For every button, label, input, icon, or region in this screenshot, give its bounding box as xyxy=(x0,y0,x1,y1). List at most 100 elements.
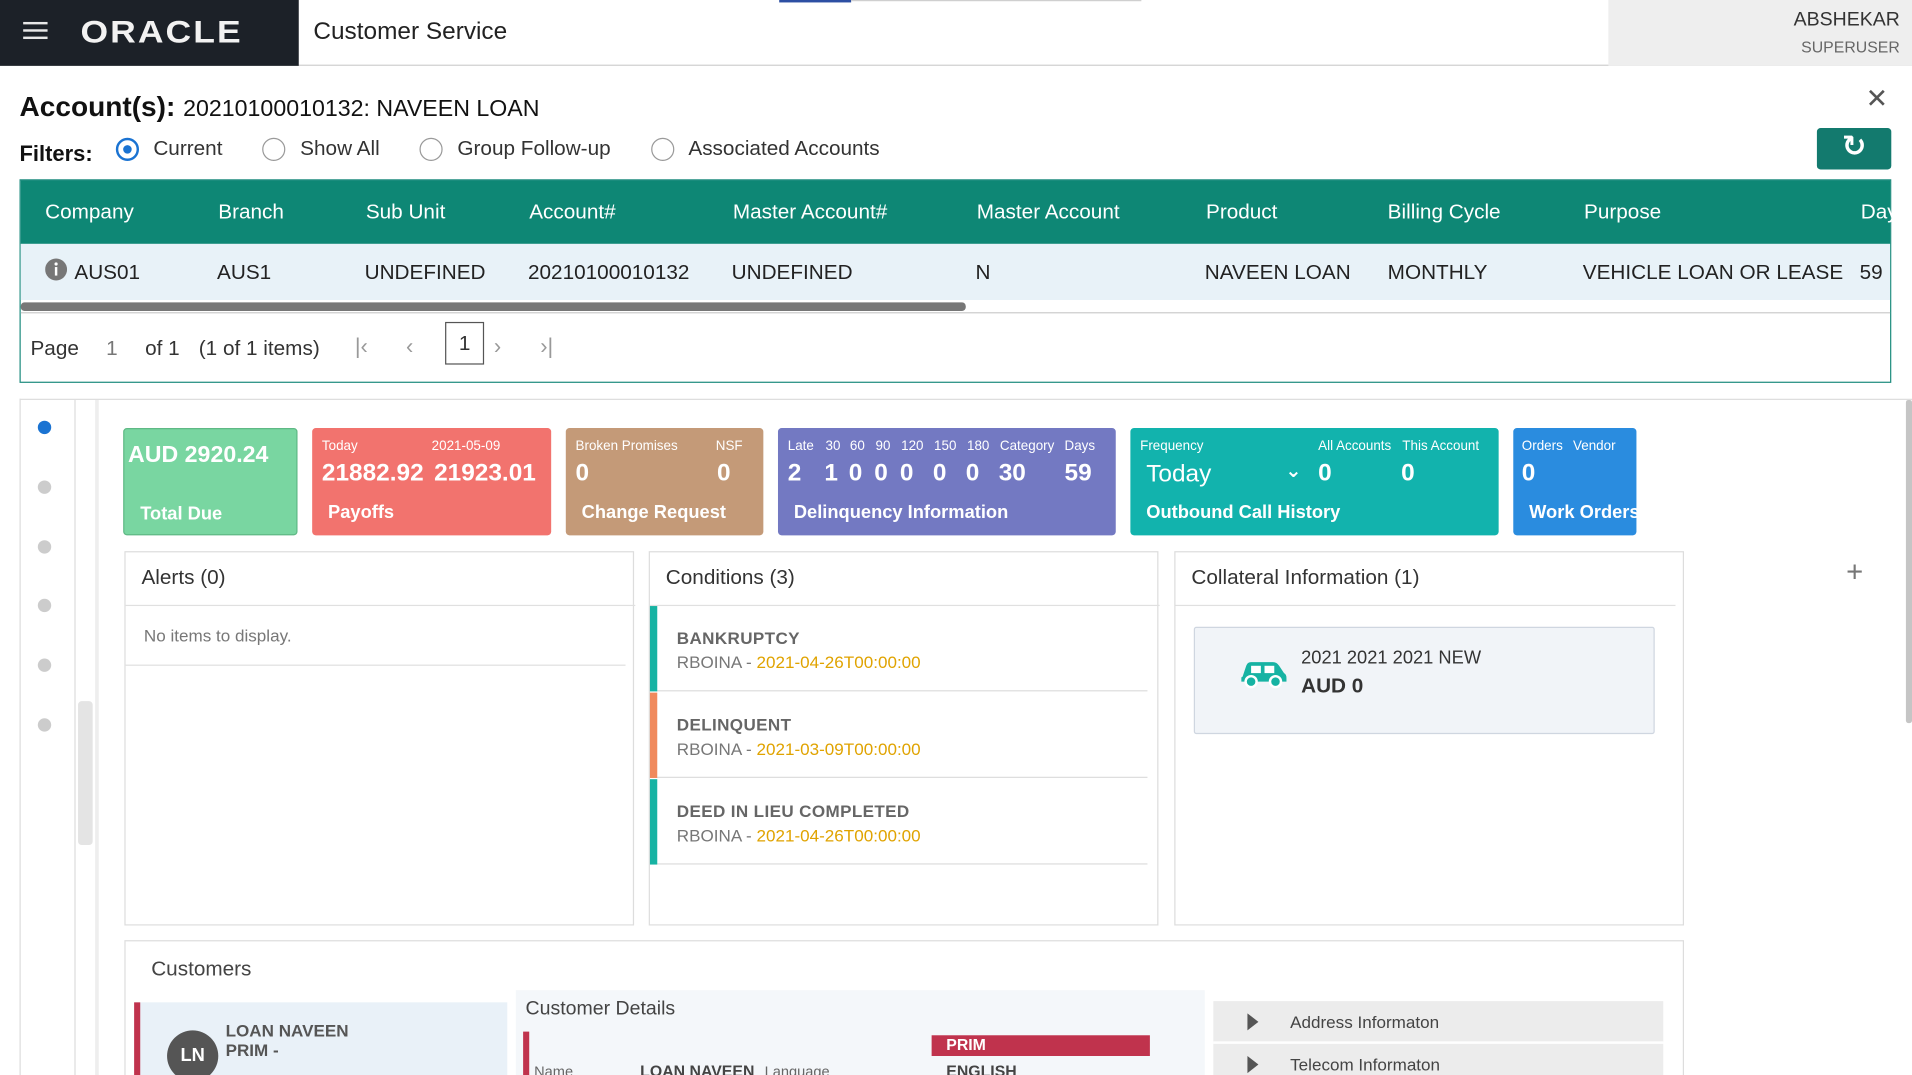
section-dot[interactable] xyxy=(37,540,52,554)
address-information-item[interactable]: Address Informaton xyxy=(1213,1001,1664,1043)
accounts-grid: Company Branch Sub Unit Account# Master … xyxy=(19,179,1898,383)
change-request-tile[interactable]: Broken Promises NSF 0 0 Change Request xyxy=(565,428,764,536)
chevron-down-icon[interactable]: ⌄ xyxy=(1285,458,1301,482)
bucket-90-value: 0 xyxy=(874,459,888,487)
filter-show-all-radio[interactable]: Show All xyxy=(262,136,380,161)
page-label: Page xyxy=(30,336,79,360)
tile-caption: Work Orders xyxy=(1529,502,1640,524)
car-icon xyxy=(1239,655,1288,695)
current-page-button[interactable]: 1 xyxy=(445,321,485,365)
oracle-logo: ORACLE xyxy=(80,13,243,50)
column-header[interactable]: Company xyxy=(45,200,134,224)
product-cell: NAVEEN LOAN xyxy=(1204,260,1351,285)
frequency-select[interactable]: Today xyxy=(1146,461,1211,489)
telecom-information-item[interactable]: Telecom Informaton xyxy=(1213,1043,1664,1075)
customer-name: LOAN NAVEEN xyxy=(225,1020,349,1041)
outbound-call-history-tile[interactable]: Frequency All Accounts This Account Toda… xyxy=(1130,428,1499,536)
name-value: LOAN NAVEEN xyxy=(640,1062,755,1075)
brand-bar: ORACLE xyxy=(0,0,299,66)
column-header[interactable]: Master Account# xyxy=(733,200,887,224)
filter-associated-accounts-radio[interactable]: Associated Accounts xyxy=(650,137,880,161)
vertical-scrollbar[interactable] xyxy=(78,701,93,846)
hamburger-menu-icon[interactable] xyxy=(23,21,48,40)
section-dot[interactable] xyxy=(37,480,52,494)
column-header[interactable]: Master Account xyxy=(977,200,1120,224)
tile-label: 150 xyxy=(934,438,957,454)
refresh-icon: ↻ xyxy=(1841,130,1867,164)
bucket-120-value: 0 xyxy=(899,459,914,487)
section-dot[interactable] xyxy=(37,718,52,732)
divider xyxy=(20,312,1891,314)
expand-icon xyxy=(1247,1013,1259,1031)
column-header[interactable]: Day xyxy=(1861,200,1898,224)
info-icon[interactable] xyxy=(45,258,68,287)
delinquency-tile[interactable]: Late 30 60 90 120 150 180 Category Days … xyxy=(777,428,1116,536)
page-scrollbar[interactable] xyxy=(1905,399,1912,724)
customers-section: Customers LN LOAN NAVEEN PRIM - Customer… xyxy=(124,940,1684,1075)
user-menu[interactable]: ABSHEKAR SUPERUSER xyxy=(1608,0,1912,66)
column-header[interactable]: Branch xyxy=(218,200,284,224)
column-header[interactable]: Sub Unit xyxy=(366,200,446,224)
refresh-button[interactable]: ↻ xyxy=(1816,128,1892,170)
expand-icon xyxy=(1247,1056,1259,1074)
radio-selected-icon[interactable] xyxy=(115,137,139,161)
add-icon[interactable]: + xyxy=(1846,556,1863,590)
column-header[interactable]: Billing Cycle xyxy=(1388,200,1501,224)
divider xyxy=(125,604,636,607)
bucket-30-value: 1 xyxy=(824,459,838,487)
customers-title: Customers xyxy=(151,957,252,981)
filter-current-radio[interactable]: Current xyxy=(115,137,222,161)
section-dot[interactable] xyxy=(37,598,52,613)
work-orders-tile[interactable]: Orders Vendor 0 Work Orders xyxy=(1513,428,1640,536)
radio-icon[interactable] xyxy=(262,137,286,161)
condition-item[interactable]: DELINQUENT RBOINA - 2021-03-09T00:00:00 xyxy=(649,692,1148,778)
account-heading: Account(s): 20210100010132: NAVEEN LOAN xyxy=(20,90,540,123)
next-page-icon[interactable]: › xyxy=(494,334,501,360)
condition-item[interactable]: BANKRUPTCY RBOINA - 2021-04-26T00:00:00 xyxy=(649,606,1148,692)
tile-label: 120 xyxy=(901,438,924,454)
divider xyxy=(1175,604,1676,607)
column-header[interactable]: Purpose xyxy=(1584,200,1661,224)
user-name: ABSHEKAR xyxy=(1793,9,1900,31)
collateral-item[interactable]: 2021 2021 2021 NEW AUD 0 xyxy=(1193,626,1655,735)
section-dot[interactable] xyxy=(37,658,52,672)
section-dot-active[interactable] xyxy=(37,420,52,435)
total-due-tile[interactable]: AUD 2920.24 Total Due xyxy=(123,428,298,536)
filter-option-label: Group Follow-up xyxy=(457,136,611,160)
language-label: Language xyxy=(764,1063,830,1075)
filter-option-label: Show All xyxy=(300,136,380,160)
condition-item[interactable]: DEED IN LIEU COMPLETED RBOINA - 2021-04-… xyxy=(649,779,1148,865)
tile-label: This Account xyxy=(1402,438,1480,454)
close-icon[interactable]: ✕ xyxy=(1866,83,1888,115)
alerts-title: Alerts (0) xyxy=(141,565,226,589)
user-role: SUPERUSER xyxy=(1801,37,1900,57)
first-page-icon[interactable]: |‹ xyxy=(355,334,368,360)
tile-caption: Change Request xyxy=(581,502,726,524)
tile-caption: Outbound Call History xyxy=(1146,502,1341,524)
condition-name: BANKRUPTCY xyxy=(676,627,800,648)
last-page-icon[interactable]: ›| xyxy=(540,334,553,360)
language-value: ENGLISH xyxy=(946,1062,1017,1075)
tile-label: Vendor xyxy=(1573,438,1616,454)
prev-page-icon[interactable]: ‹ xyxy=(406,334,413,360)
tile-label: 90 xyxy=(875,438,891,454)
customer-card[interactable]: LN LOAN NAVEEN PRIM - xyxy=(134,1002,508,1075)
column-header[interactable]: Account# xyxy=(529,200,615,224)
tile-label: 30 xyxy=(825,438,841,454)
purpose-cell: VEHICLE LOAN OR LEASE xyxy=(1582,260,1844,285)
radio-icon[interactable] xyxy=(650,137,674,161)
radio-icon[interactable] xyxy=(419,137,443,161)
payoffs-tile[interactable]: Today 2021-05-09 21882.92 21923.01 Payof… xyxy=(312,428,552,536)
tile-caption: Delinquency Information xyxy=(793,502,1009,524)
details-accent xyxy=(523,1031,530,1075)
collateral-desc: 2021 2021 2021 NEW xyxy=(1301,647,1482,669)
filter-group-follow-up-radio[interactable]: Group Follow-up xyxy=(419,136,611,161)
tab-track xyxy=(851,0,1142,2)
horizontal-scrollbar[interactable] xyxy=(20,302,966,311)
column-header[interactable]: Product xyxy=(1206,200,1277,224)
broken-promises-value: 0 xyxy=(575,459,590,487)
tile-label: Frequency xyxy=(1140,438,1204,454)
customer-details-title: Customer Details xyxy=(525,998,676,1020)
table-row[interactable]: AUS01 AUS1 UNDEFINED 20210100010132 UNDE… xyxy=(20,243,1891,300)
condition-name: DELINQUENT xyxy=(676,714,792,735)
